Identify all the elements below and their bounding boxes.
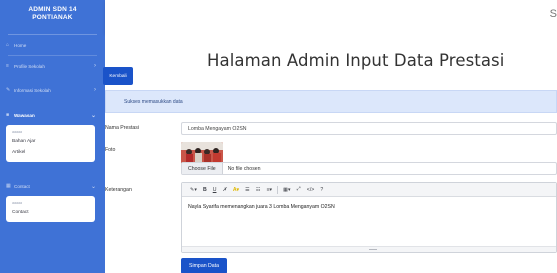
clear-format-icon[interactable]: ✗ xyxy=(219,187,229,193)
table-icon: ▦ xyxy=(6,183,11,189)
submenu-heading: aaaaa xyxy=(12,201,22,205)
keterangan-label: Keterangan xyxy=(105,187,132,193)
folder-icon: ■ xyxy=(6,112,10,118)
nama-prestasi-input[interactable]: Lomba Mengayam O2SN xyxy=(181,122,557,135)
choose-file-button[interactable]: Choose File xyxy=(182,163,223,174)
style-icon[interactable]: ✎▾ xyxy=(187,187,200,193)
toolbar-separator xyxy=(277,185,279,194)
editor-content[interactable]: Nayla Syarifa memenangkan juara 3 Lomba … xyxy=(182,197,556,217)
sidebar-item-home[interactable]: ⌂ Home xyxy=(0,35,105,55)
paragraph-icon[interactable]: ≡▾ xyxy=(263,187,275,193)
back-button[interactable]: Kembali xyxy=(103,67,133,85)
topbar: S xyxy=(105,0,557,34)
code-view-icon[interactable]: </> xyxy=(304,187,318,193)
editor-resize-handle[interactable] xyxy=(182,246,556,252)
photo-thumbnail xyxy=(181,142,223,164)
fullscreen-icon[interactable]: ⤢ xyxy=(294,186,304,193)
input-value: Lomba Mengayam O2SN xyxy=(188,125,247,132)
submenu-heading: aaaaa xyxy=(12,130,22,134)
chevron-down-icon: ⌄ xyxy=(90,112,96,119)
foto-label: Foto xyxy=(105,147,116,153)
file-status: No file chosen xyxy=(227,165,261,172)
file-input[interactable]: Choose File No file chosen xyxy=(181,162,557,175)
sidebar-item-label: Profile Sekolah xyxy=(14,63,45,69)
submenu-item-artikel[interactable]: Artikel xyxy=(6,147,95,158)
sidebar-item-profile-sekolah[interactable]: ≡ Profile Sekolah › xyxy=(0,56,105,76)
home-icon: ⌂ xyxy=(6,42,10,48)
bold-icon[interactable]: B xyxy=(200,187,210,193)
submenu-item-bahan-ajar[interactable]: Bahan Ajar xyxy=(6,136,95,147)
wrench-icon: ✎ xyxy=(6,87,11,93)
list-icon: ≡ xyxy=(6,63,9,69)
underline-icon[interactable]: U xyxy=(210,187,220,193)
sidebar-item-label: Contact xyxy=(14,183,30,189)
sidebar-item-label: Home xyxy=(14,42,27,48)
sidebar-item-label: Wawasan xyxy=(14,112,35,118)
submenu-item-contact[interactable]: Contact xyxy=(6,207,95,218)
brand-line-1: ADMIN SDN 14 xyxy=(28,6,77,13)
sidebar-item-wawasan[interactable]: ■ Wawasan ⌄ xyxy=(0,105,105,125)
user-menu[interactable]: S xyxy=(550,8,557,20)
chevron-right-icon: › xyxy=(94,87,96,93)
rich-text-editor[interactable]: ✎▾ B U ✗ A▾ ☰ ☷ ≡▾ ▦▾ ⤢ </> ? Nayla Syar… xyxy=(181,182,557,253)
page-title: Halaman Admin Input Data Prestasi xyxy=(207,51,505,70)
alert-text: Sukses memasukkan data xyxy=(124,98,183,105)
nama-prestasi-label: Nama Prestasi xyxy=(105,125,140,131)
sidebar-item-label: Informasi Sekolah xyxy=(14,87,51,93)
help-icon[interactable]: ? xyxy=(317,187,326,193)
brand-line-2: PONTIANAK xyxy=(32,14,73,21)
chevron-right-icon: › xyxy=(94,63,96,69)
sidebar-item-contact[interactable]: ▦ Contact ⌄ xyxy=(0,176,105,196)
text-color-icon[interactable]: A▾ xyxy=(230,187,242,193)
unordered-list-icon[interactable]: ☰ xyxy=(242,187,253,193)
contact-submenu: aaaaa Contact xyxy=(6,196,95,222)
success-alert: Sukses memasukkan data xyxy=(105,90,557,113)
ordered-list-icon[interactable]: ☷ xyxy=(253,187,264,193)
sidebar: ADMIN SDN 14 PONTIANAK ⌂ Home ≡ Profile … xyxy=(0,0,105,273)
table-icon[interactable]: ▦▾ xyxy=(280,187,294,193)
wawasan-submenu: aaaaa Bahan Ajar Artikel xyxy=(6,125,95,162)
simpan-data-button[interactable]: Simpan Data xyxy=(181,258,227,273)
sidebar-item-informasi-sekolah[interactable]: ✎ Informasi Sekolah › xyxy=(0,80,105,100)
sidebar-brand[interactable]: ADMIN SDN 14 PONTIANAK xyxy=(0,0,105,34)
main-content: Halaman Admin Input Data Prestasi Kembal… xyxy=(103,34,557,273)
resize-grip-icon xyxy=(369,249,377,250)
editor-toolbar: ✎▾ B U ✗ A▾ ☰ ☷ ≡▾ ▦▾ ⤢ </> ? xyxy=(182,183,556,197)
chevron-down-icon: ⌄ xyxy=(90,183,96,190)
